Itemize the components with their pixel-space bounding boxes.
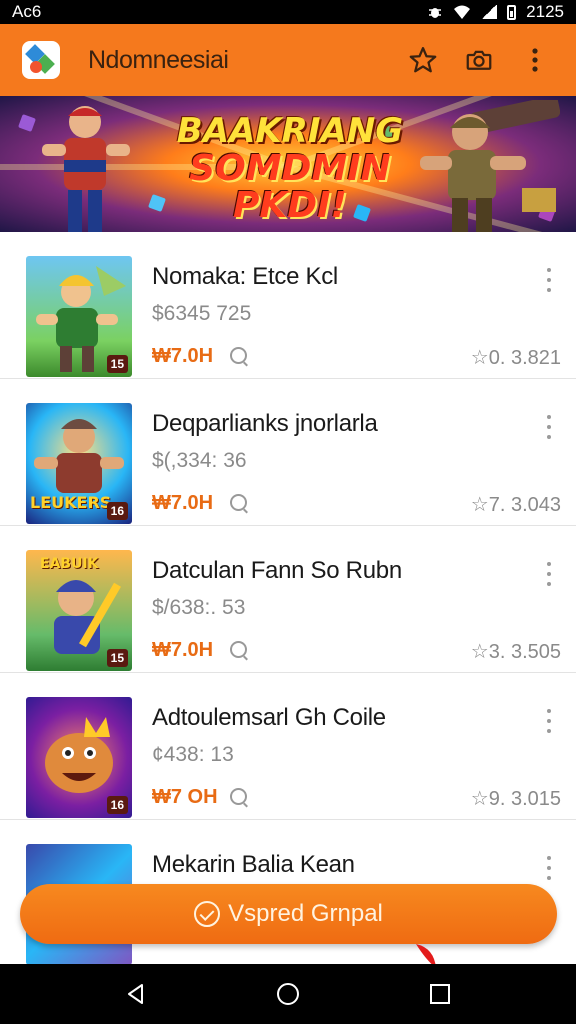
primary-action-button[interactable]: Vspred Grnpal <box>20 884 557 944</box>
search-icon[interactable] <box>230 788 247 805</box>
thumbnail-logo-text: LEUKERS <box>30 493 112 512</box>
signal-icon <box>481 5 498 19</box>
game-title: Adtoulemsarl Gh Coile <box>152 704 386 731</box>
back-icon[interactable] <box>116 974 156 1014</box>
star-icon[interactable] <box>400 37 446 83</box>
game-row[interactable]: 15 Nomaka: Etce Kcl $6345 725 ₩7.0H ☆0. … <box>0 232 576 379</box>
game-price: ₩7.0H <box>152 345 214 367</box>
game-rating: ☆0. 3.821 <box>470 347 561 369</box>
search-icon[interactable] <box>230 641 247 658</box>
check-circle-icon <box>194 901 221 927</box>
more-vert-icon[interactable] <box>544 856 554 880</box>
game-title: Nomaka: Etce Kcl <box>152 263 338 290</box>
game-price: ₩7 OH <box>152 786 218 808</box>
game-price: ₩7.0H <box>152 639 214 661</box>
bug-icon <box>429 8 442 18</box>
promo-banner[interactable]: BAAKRIANG SOMDMIN PKDI! <box>0 96 576 232</box>
banner-hero-right-image <box>420 100 560 232</box>
game-thumbnail[interactable]: 16 <box>26 697 132 818</box>
game-subtitle: $6345 725 <box>152 302 252 325</box>
screen: Aᴄ6 2125 Ndomneesiai BAAKRIANG SOMDMIN P… <box>0 0 576 1024</box>
more-vert-icon[interactable] <box>544 415 554 439</box>
game-row[interactable]: EABUIK 15 Datculan Fann So Rubn $/638:. … <box>0 526 576 673</box>
game-row[interactable]: LEUKERS 16 Deqparlianks jnorlarla $(,334… <box>0 379 576 526</box>
status-time-left: Aᴄ6 <box>12 2 42 21</box>
game-row[interactable]: 16 Adtoulemsarl Gh Coile ¢438: 13 ₩7 OH … <box>0 673 576 820</box>
game-list: 15 Nomaka: Etce Kcl $6345 725 ₩7.0H ☆0. … <box>0 232 576 964</box>
game-rating: ☆7. 3.043 <box>470 494 561 516</box>
age-rating-badge: 15 <box>106 355 128 373</box>
more-vert-icon[interactable] <box>512 37 558 83</box>
game-subtitle: $/638:. 53 <box>152 596 246 619</box>
age-rating-badge: 16 <box>106 796 128 814</box>
game-thumbnail[interactable]: EABUIK 15 <box>26 550 132 671</box>
game-rating: ☆9. 3.015 <box>470 788 561 810</box>
age-rating-badge: 16 <box>106 502 128 520</box>
game-rating: ☆3. 3.505 <box>470 641 561 663</box>
battery-icon <box>507 4 517 20</box>
search-icon[interactable] <box>230 494 247 511</box>
wifi-icon <box>454 5 471 19</box>
game-subtitle: ¢438: 13 <box>152 743 234 766</box>
app-title: Ndomneesiai <box>88 45 229 74</box>
system-nav-bar <box>0 964 576 1024</box>
search-icon[interactable] <box>230 347 247 364</box>
game-subtitle: $(,334: 36 <box>152 449 247 472</box>
more-vert-icon[interactable] <box>544 709 554 733</box>
more-vert-icon[interactable] <box>544 268 554 292</box>
status-time-right: 2125 <box>526 2 564 21</box>
game-thumbnail[interactable]: LEUKERS 16 <box>26 403 132 524</box>
banner-hero-left-image <box>42 106 130 232</box>
game-price: ₩7.0H <box>152 492 214 514</box>
recents-icon[interactable] <box>420 974 460 1014</box>
banner-line-2: SOMDMIN PKDI! <box>189 147 391 227</box>
game-title: Mekarin Balia Kean <box>152 851 355 878</box>
camera-icon[interactable] <box>456 37 502 83</box>
age-rating-badge: 15 <box>106 649 128 667</box>
thumbnail-logo-text: EABUIK <box>40 556 99 572</box>
app-logo-icon[interactable] <box>22 41 60 79</box>
primary-action-label: Vspred Grnpal <box>228 900 383 927</box>
more-vert-icon[interactable] <box>544 562 554 586</box>
banner-line-1: BAAKRIANG <box>176 111 404 151</box>
status-icons: 2125 <box>427 2 564 22</box>
app-bar: Ndomneesiai <box>0 24 576 96</box>
home-icon[interactable] <box>268 974 308 1014</box>
banner-headline: BAAKRIANG SOMDMIN PKDI! <box>140 111 440 227</box>
status-bar: Aᴄ6 2125 <box>0 0 576 24</box>
game-title: Deqparlianks jnorlarla <box>152 410 378 437</box>
game-title: Datculan Fann So Rubn <box>152 557 402 584</box>
game-thumbnail[interactable]: 15 <box>26 256 132 377</box>
